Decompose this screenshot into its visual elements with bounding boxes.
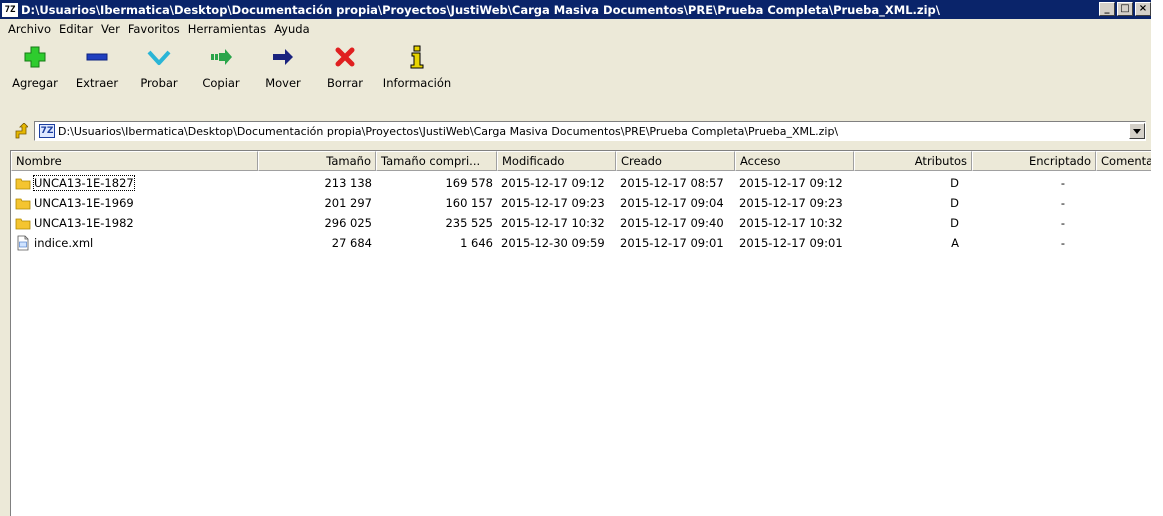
menu-bar: Archivo Editar Ver Favoritos Herramienta…	[0, 19, 314, 39]
file-accessed: 2015-12-17 09:01	[739, 236, 843, 250]
copy-label: Copiar	[202, 76, 240, 90]
file-rows: UNCA13-1E-1827 213 138 169 578 2015-12-1…	[11, 173, 1163, 253]
file-accessed: 2015-12-17 09:12	[739, 176, 843, 190]
file-name: UNCA13-1E-1969	[34, 196, 134, 210]
app-window: 7Z D:\Usuarios\Ibermatica\Desktop\Docume…	[0, 0, 1163, 516]
address-bar: 7Z D:\Usuarios\Ibermatica\Desktop\Docume…	[0, 120, 1151, 142]
extract-icon	[84, 44, 110, 70]
menu-ayuda[interactable]: Ayuda	[270, 22, 314, 36]
column-header-modificado[interactable]: Modificado	[497, 151, 616, 171]
move-label: Mover	[265, 76, 301, 90]
address-dropdown-button[interactable]	[1129, 123, 1145, 139]
file-encrypted: -	[1060, 196, 1065, 210]
column-header-tamano[interactable]: Tamaño	[258, 151, 376, 171]
address-path[interactable]: D:\Usuarios\Ibermatica\Desktop\Documenta…	[58, 125, 1129, 138]
window-title: D:\Usuarios\Ibermatica\Desktop\Documenta…	[21, 2, 940, 17]
file-packed-size: 1 646	[460, 236, 493, 250]
move-icon	[270, 44, 296, 70]
column-header-tamano-comprimido[interactable]: Tamaño compri...	[376, 151, 497, 171]
archive-icon: 7Z	[39, 124, 55, 138]
window-edge	[1151, 0, 1163, 516]
info-button[interactable]: Información	[376, 40, 458, 116]
window-controls: _ □ ×	[1097, 2, 1151, 16]
test-icon	[146, 44, 172, 70]
column-header-encriptado[interactable]: Encriptado	[972, 151, 1096, 171]
file-modified: 2015-12-30 09:59	[501, 236, 605, 250]
file-size: 213 138	[324, 176, 372, 190]
file-created: 2015-12-17 08:57	[620, 176, 724, 190]
menu-archivo[interactable]: Archivo	[4, 22, 55, 36]
add-label: Agregar	[12, 76, 58, 90]
file-modified: 2015-12-17 09:12	[501, 176, 605, 190]
list-item[interactable]: UNCA13-1E-1827 213 138 169 578 2015-12-1…	[11, 173, 1163, 193]
add-button[interactable]: Agregar	[4, 40, 66, 116]
menu-favoritos[interactable]: Favoritos	[124, 22, 184, 36]
file-accessed: 2015-12-17 10:32	[739, 216, 843, 230]
file-attributes: D	[950, 216, 959, 230]
minimize-button[interactable]: _	[1099, 2, 1115, 16]
menu-editar[interactable]: Editar	[55, 22, 97, 36]
test-button[interactable]: Probar	[128, 40, 190, 116]
file-created: 2015-12-17 09:01	[620, 236, 724, 250]
7zip-app-icon[interactable]: 7Z	[2, 2, 18, 17]
delete-icon	[332, 44, 358, 70]
file-size: 27 684	[331, 236, 372, 250]
info-icon	[404, 44, 430, 70]
address-input[interactable]: 7Z D:\Usuarios\Ibermatica\Desktop\Docume…	[34, 121, 1146, 141]
extract-button[interactable]: Extraer	[66, 40, 128, 116]
info-label: Información	[382, 76, 452, 90]
file-attributes: D	[950, 196, 959, 210]
file-list[interactable]: Nombre Tamaño Tamaño compri... Modificad…	[10, 150, 1163, 516]
maximize-button[interactable]: □	[1117, 2, 1133, 16]
menu-herramientas[interactable]: Herramientas	[184, 22, 270, 36]
folder-icon	[15, 198, 31, 210]
file-accessed: 2015-12-17 09:23	[739, 196, 843, 210]
file-name: UNCA13-1E-1827	[33, 175, 135, 191]
delete-button[interactable]: Borrar	[314, 40, 376, 116]
list-item[interactable]: UNCA13-1E-1982 296 025 235 525 2015-12-1…	[11, 213, 1163, 233]
file-size: 201 297	[324, 196, 372, 210]
file-modified: 2015-12-17 10:32	[501, 216, 605, 230]
column-header-atributos[interactable]: Atributos	[854, 151, 972, 171]
column-header-creado[interactable]: Creado	[616, 151, 735, 171]
file-size: 296 025	[324, 216, 372, 230]
title-bar[interactable]: 7Z D:\Usuarios\Ibermatica\Desktop\Docume…	[0, 0, 1151, 19]
column-header-nombre[interactable]: Nombre	[11, 151, 258, 171]
column-headers: Nombre Tamaño Tamaño compri... Modificad…	[11, 151, 1163, 171]
file-modified: 2015-12-17 09:23	[501, 196, 605, 210]
file-packed-size: 235 525	[445, 216, 493, 230]
move-button[interactable]: Mover	[252, 40, 314, 116]
list-item[interactable]: indice.xml 27 684 1 646 2015-12-30 09:59…	[11, 233, 1163, 253]
delete-label: Borrar	[327, 76, 363, 90]
file-encrypted: -	[1060, 176, 1065, 190]
close-button[interactable]: ×	[1135, 2, 1151, 16]
file-attributes: D	[950, 176, 959, 190]
file-name: UNCA13-1E-1982	[34, 216, 134, 230]
extract-label: Extraer	[75, 76, 119, 90]
file-packed-size: 169 578	[445, 176, 493, 190]
folder-icon	[15, 178, 31, 190]
list-item[interactable]: UNCA13-1E-1969 201 297 160 157 2015-12-1…	[11, 193, 1163, 213]
menu-ver[interactable]: Ver	[97, 22, 124, 36]
file-encrypted: -	[1060, 236, 1065, 250]
file-attributes: A	[951, 236, 959, 250]
column-header-acceso[interactable]: Acceso	[735, 151, 854, 171]
chevron-down-icon	[1133, 128, 1141, 134]
folder-up-icon[interactable]	[14, 122, 29, 139]
file-packed-size: 160 157	[445, 196, 493, 210]
xml-file-icon	[17, 235, 29, 251]
file-created: 2015-12-17 09:04	[620, 196, 724, 210]
copy-button[interactable]: Copiar	[190, 40, 252, 116]
file-name: indice.xml	[34, 236, 94, 250]
copy-icon	[208, 44, 234, 70]
toolbar: Agregar Extraer Probar Copiar Mover Borr…	[4, 40, 458, 116]
folder-icon	[15, 218, 31, 230]
add-icon	[22, 44, 48, 70]
file-created: 2015-12-17 09:40	[620, 216, 724, 230]
file-encrypted: -	[1060, 216, 1065, 230]
test-label: Probar	[140, 76, 178, 90]
